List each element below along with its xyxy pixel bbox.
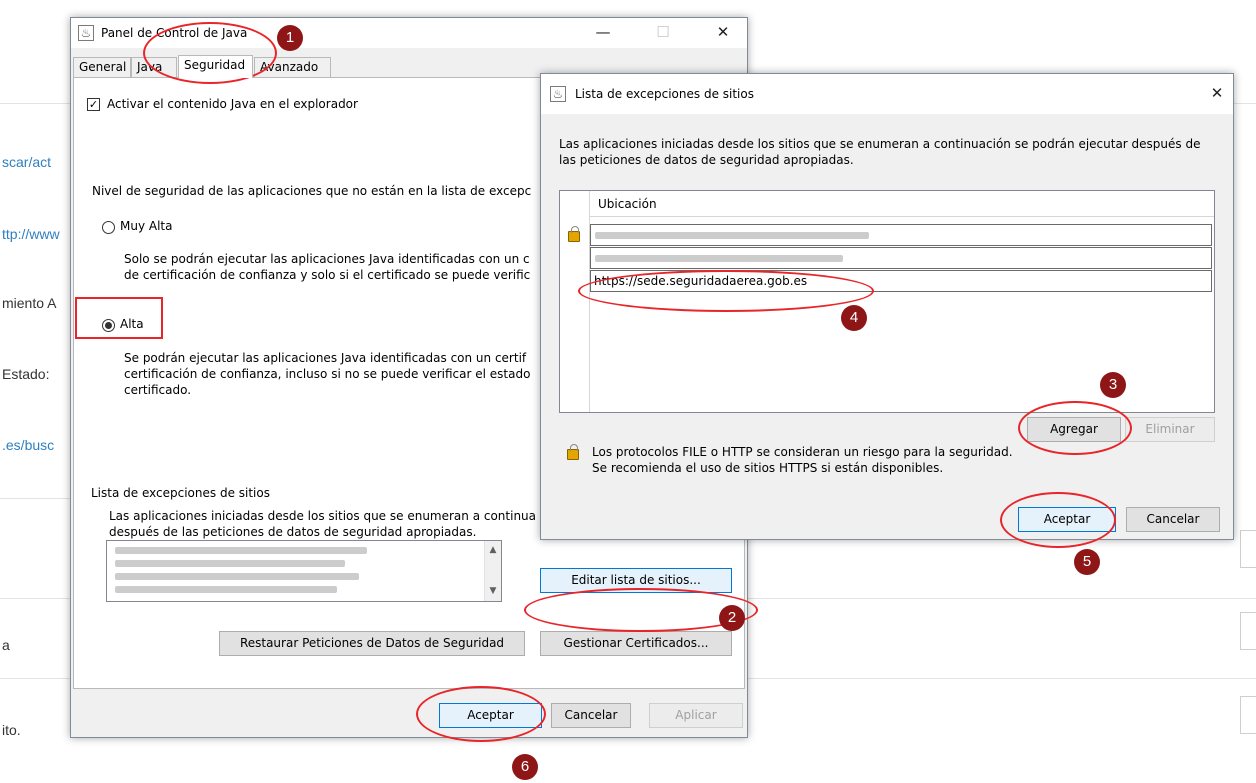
panel-apply-button: Aplicar — [649, 703, 743, 728]
dialog-title: Lista de excepciones de sitios — [575, 87, 754, 101]
blurred-location — [595, 255, 843, 262]
bg-text-fragment: ito. — [2, 722, 21, 738]
remove-site-button: Eliminar — [1125, 417, 1215, 442]
description-line: Las aplicaciones iniciadas desde los sit… — [559, 137, 1201, 151]
description-line: Solo se podrán ejecutar las aplicaciones… — [124, 252, 530, 266]
minimize-icon[interactable]: — — [591, 21, 615, 43]
scroll-down-icon[interactable]: ▼ — [485, 586, 501, 596]
blurred-site-entry — [115, 573, 359, 580]
muy-alta-description: Solo se podrán ejecutar las aplicaciones… — [124, 251, 544, 283]
bg-divider — [0, 598, 70, 599]
lock-warning-icon — [568, 226, 580, 242]
location-column-header[interactable]: Ubicación — [590, 191, 1214, 217]
close-icon[interactable]: ✕ — [711, 21, 735, 43]
annotation-box-alta — [75, 297, 163, 339]
description-line: después de las peticiones de datos de se… — [109, 525, 477, 539]
blurred-site-entry — [115, 586, 337, 593]
step-badge: 6 — [512, 754, 538, 780]
enable-java-label: Activar el contenido Java en el explorad… — [107, 97, 358, 111]
security-level-label: Nivel de seguridad de las aplicaciones q… — [92, 184, 532, 198]
description-line: las peticiones de datos de seguridad apr… — [559, 153, 854, 167]
bg-text-fragment: Estado: — [2, 366, 50, 382]
maximize-icon: ☐ — [656, 23, 670, 41]
radio-muy-alta-label: Muy Alta — [120, 219, 173, 233]
warning-line: Los protocolos FILE o HTTP se consideran… — [592, 445, 1013, 459]
restore-security-prompts-button[interactable]: Restaurar Peticiones de Datos de Segurid… — [219, 631, 525, 656]
lock-warning-icon — [567, 444, 579, 460]
bg-divider — [748, 678, 1256, 679]
location-row[interactable] — [590, 247, 1212, 269]
description-line: Las aplicaciones iniciadas desde los sit… — [109, 509, 537, 523]
bg-button[interactable] — [1240, 612, 1256, 650]
radio-muy-alta[interactable] — [102, 221, 115, 234]
row-icon-column — [560, 191, 590, 412]
dialog-cancel-button[interactable]: Cancelar — [1126, 507, 1220, 532]
bg-button[interactable] — [1240, 530, 1256, 568]
description-line: certificado. — [124, 383, 192, 397]
blurred-site-entry — [115, 560, 345, 567]
annotation-ring-add — [1018, 401, 1132, 455]
bg-link-fragment[interactable]: .es/busc — [2, 437, 54, 453]
dialog-title-bar[interactable]: ♨ Lista de excepciones de sitios ✕ — [541, 74, 1233, 114]
list-scrollbar[interactable]: ▲ ▼ — [484, 541, 501, 601]
description-line: Se podrán ejecutar las aplicaciones Java… — [124, 351, 527, 365]
tab-seguridad[interactable]: Seguridad — [178, 55, 253, 78]
java-cup-icon: ♨ — [550, 86, 566, 102]
bg-button[interactable] — [1240, 696, 1256, 734]
dialog-description: Las aplicaciones iniciadas desde los sit… — [559, 136, 1224, 168]
exception-sites-list[interactable]: ▲ ▼ — [106, 540, 502, 602]
bg-text-fragment: a — [2, 637, 10, 653]
bg-divider — [748, 598, 1256, 599]
scroll-up-icon[interactable]: ▲ — [485, 545, 501, 555]
warning-line: Se recomienda el uso de sitios HTTPS si … — [592, 461, 944, 475]
location-row[interactable] — [590, 224, 1212, 246]
panel-cancel-button[interactable]: Cancelar — [551, 703, 631, 728]
blurred-site-entry — [115, 547, 367, 554]
step-badge: 4 — [841, 305, 867, 331]
bg-divider — [0, 678, 70, 679]
step-badge: 5 — [1074, 549, 1100, 575]
enable-java-checkbox[interactable]: ✓ — [87, 98, 100, 111]
annotation-ring-final-accept — [416, 686, 546, 742]
description-line: certificación de confianza, incluso si n… — [124, 367, 531, 381]
bg-link-fragment[interactable]: ttp://www — [2, 226, 60, 242]
bg-link-fragment[interactable]: scar/act — [2, 154, 51, 170]
security-warning: Los protocolos FILE o HTTP se consideran… — [592, 444, 1212, 476]
bg-divider — [0, 103, 70, 104]
manage-certificates-button[interactable]: Gestionar Certificados... — [540, 631, 732, 656]
step-badge: 2 — [719, 605, 745, 631]
close-icon[interactable]: ✕ — [1205, 82, 1229, 104]
annotation-ring-url — [578, 270, 874, 312]
exceptions-description: Las aplicaciones iniciadas desde los sit… — [109, 508, 539, 540]
exceptions-section-title: Lista de excepciones de sitios — [91, 486, 270, 500]
alta-description: Se podrán ejecutar las aplicaciones Java… — [124, 350, 544, 398]
step-badge: 1 — [277, 25, 303, 51]
bg-divider — [0, 498, 70, 499]
java-cup-icon: ♨ — [78, 25, 94, 41]
tab-general[interactable]: General — [73, 57, 131, 77]
annotation-ring-accept — [1000, 492, 1116, 548]
description-line: de certificación de confianza y solo si … — [124, 268, 531, 282]
step-badge: 3 — [1100, 372, 1126, 398]
bg-text-fragment: miento A — [2, 295, 57, 311]
blurred-location — [595, 232, 869, 239]
